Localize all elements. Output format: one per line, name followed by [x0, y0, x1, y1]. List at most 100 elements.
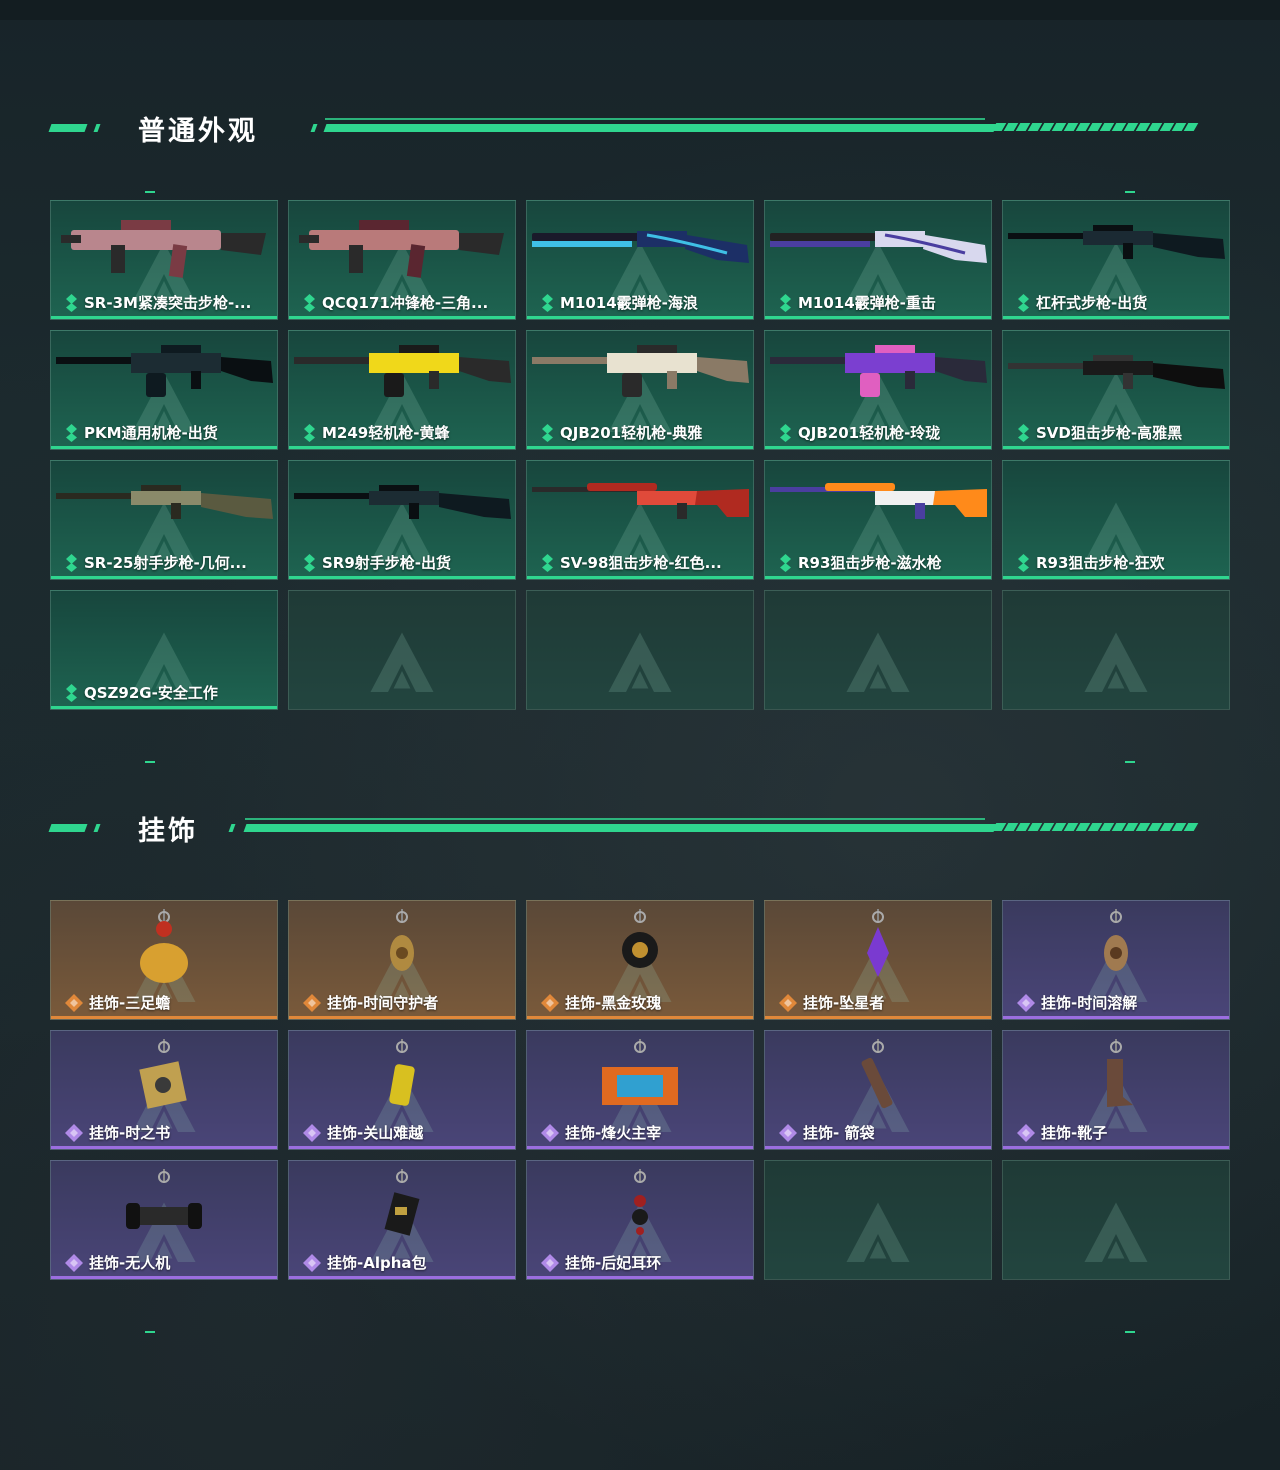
item-name: R93狙击步枪-滋水枪	[798, 554, 942, 572]
charms-grid: 挂饰-三足蟾 挂饰-时间守护者 挂饰-黑金玫瑰 挂饰-坠星者 挂饰-时间溶解挂饰-时之书…	[50, 900, 1230, 1280]
item-label-row: 挂饰-时之书	[65, 1122, 170, 1143]
section-header-skins: 普通外观	[48, 113, 1210, 147]
item-name: 挂饰-烽火主宰	[565, 1124, 662, 1142]
rarity-diamond-icon	[65, 993, 83, 1012]
skin-card[interactable]: R93狙击步枪-狂欢	[1002, 460, 1230, 580]
section-header-charms: 挂饰	[48, 813, 1210, 847]
rarity-diamond-icon	[303, 993, 321, 1012]
charm-card[interactable]: 挂饰-时间溶解	[1002, 900, 1230, 1020]
rarity-arrows-icon	[304, 423, 315, 442]
weapon-image	[56, 345, 273, 397]
item-label-row: QSZ92G-安全工作	[65, 682, 218, 703]
charm-image	[1104, 909, 1128, 971]
charm-card[interactable]: 挂饰-后妃耳环	[526, 1160, 754, 1280]
item-name: SR9射手步枪-出货	[322, 554, 452, 572]
charm-card[interactable]: 挂饰-时间守护者	[288, 900, 516, 1020]
charm-card[interactable]: 挂饰- 箭袋	[764, 1030, 992, 1150]
charm-card[interactable]: 挂饰-靴子	[1002, 1030, 1230, 1150]
item-name: 挂饰-无人机	[89, 1254, 171, 1272]
item-name: 挂饰-三足蟾	[89, 994, 171, 1012]
item-label-row: SR-3M紧凑突击步枪-...	[65, 292, 251, 313]
weapon-image	[532, 231, 749, 263]
skin-card[interactable]: SV-98狙击步枪-红色...	[526, 460, 754, 580]
item-label-row: 挂饰-黑金玫瑰	[541, 992, 661, 1013]
item-name: 挂饰- 箭袋	[803, 1124, 875, 1142]
weapon-image	[770, 231, 987, 263]
item-name: 杠杆式步枪-出货	[1036, 294, 1148, 312]
item-label-row: M249轻机枪-黄蜂	[303, 422, 449, 443]
top-bar	[0, 0, 1280, 20]
item-label-row: M1014霰弹枪-海浪	[541, 292, 698, 313]
skin-card[interactable]: QJB201轻机枪-玲珑	[764, 330, 992, 450]
item-label-row: 挂饰-烽火主宰	[541, 1122, 661, 1143]
skins-grid: SR-3M紧凑突击步枪-... QCQ171冲锋枪-三角... M1014霰弹枪-海…	[50, 200, 1230, 710]
skin-card[interactable]: QSZ92G-安全工作	[50, 590, 278, 710]
item-label-row: QCQ171冲锋枪-三角...	[303, 292, 488, 313]
charm-card[interactable]: 挂饰-关山难越	[288, 1030, 516, 1150]
rarity-arrows-icon	[542, 423, 553, 442]
corner-tick	[145, 761, 155, 763]
empty-slot	[764, 590, 992, 710]
charm-card[interactable]: 挂饰-Alpha包	[288, 1160, 516, 1280]
skin-card[interactable]: M1014霰弹枪-重击	[764, 200, 992, 320]
item-label-row: 挂饰-三足蟾	[65, 992, 170, 1013]
item-name: PKM通用机枪-出货	[84, 424, 218, 442]
item-label-row: QJB201轻机枪-玲珑	[779, 422, 940, 443]
skin-card[interactable]: M1014霰弹枪-海浪	[526, 200, 754, 320]
empty-slot	[1002, 1160, 1230, 1280]
item-name: M1014霰弹枪-重击	[798, 294, 936, 312]
empty-slot	[288, 590, 516, 710]
item-label-row: R93狙击步枪-狂欢	[1017, 552, 1165, 573]
skin-card[interactable]: 杠杆式步枪-出货	[1002, 200, 1230, 320]
item-name: 挂饰-时间守护者	[327, 994, 439, 1012]
header-checker	[991, 116, 1199, 134]
header-bar-tick	[228, 824, 236, 832]
charm-card[interactable]: 挂饰-烽火主宰	[526, 1030, 754, 1150]
skin-card[interactable]: M249轻机枪-黄蜂	[288, 330, 516, 450]
weapon-image	[294, 485, 511, 519]
skin-card[interactable]: R93狙击步枪-滋水枪	[764, 460, 992, 580]
weapon-image	[299, 220, 504, 278]
rarity-diamond-icon	[779, 993, 797, 1012]
skin-card[interactable]: SR-3M紧凑突击步枪-...	[50, 200, 278, 320]
charm-card[interactable]: 挂饰-无人机	[50, 1160, 278, 1280]
rarity-arrows-icon	[66, 553, 77, 572]
charm-image	[1107, 1039, 1133, 1107]
charm-card[interactable]: 挂饰-时之书	[50, 1030, 278, 1150]
charm-card[interactable]: 挂饰-黑金玫瑰	[526, 900, 754, 1020]
logo-watermark-icon	[370, 632, 434, 692]
corner-tick	[1125, 191, 1135, 193]
charm-card[interactable]: 挂饰-三足蟾	[50, 900, 278, 1020]
header-dash	[48, 824, 88, 832]
item-name: 挂饰-时间溶解	[1041, 994, 1138, 1012]
item-name: R93狙击步枪-狂欢	[1036, 554, 1165, 572]
charm-image	[867, 909, 889, 977]
item-label-row: 挂饰-坠星者	[779, 992, 884, 1013]
skin-card[interactable]: PKM通用机枪-出货	[50, 330, 278, 450]
charm-image	[139, 1039, 187, 1109]
header-bar	[243, 824, 997, 832]
rarity-arrows-icon	[304, 553, 315, 572]
skin-card[interactable]: SR-25射手步枪-几何...	[50, 460, 278, 580]
header-checker	[991, 816, 1199, 834]
charm-image	[140, 909, 188, 983]
empty-slot	[1002, 590, 1230, 710]
empty-slot	[526, 590, 754, 710]
item-label-row: 挂饰- 箭袋	[779, 1122, 874, 1143]
charm-card[interactable]: 挂饰-坠星者	[764, 900, 992, 1020]
skin-card[interactable]: SR9射手步枪-出货	[288, 460, 516, 580]
skin-card[interactable]: SVD狙击步枪-高雅黑	[1002, 330, 1230, 450]
header-bar-line	[245, 818, 985, 820]
corner-tick	[145, 1331, 155, 1333]
header-bar-line	[325, 118, 985, 120]
item-label-row: QJB201轻机枪-典雅	[541, 422, 702, 443]
item-label-row: PKM通用机枪-出货	[65, 422, 218, 443]
logo-watermark-icon	[846, 1202, 910, 1262]
weapon-image	[770, 345, 987, 397]
skin-card[interactable]: QJB201轻机枪-典雅	[526, 330, 754, 450]
rarity-diamond-icon	[1017, 1123, 1035, 1142]
header-dash	[93, 124, 101, 132]
weapon-image	[56, 485, 273, 519]
skin-card[interactable]: QCQ171冲锋枪-三角...	[288, 200, 516, 320]
charm-image	[126, 1169, 202, 1229]
